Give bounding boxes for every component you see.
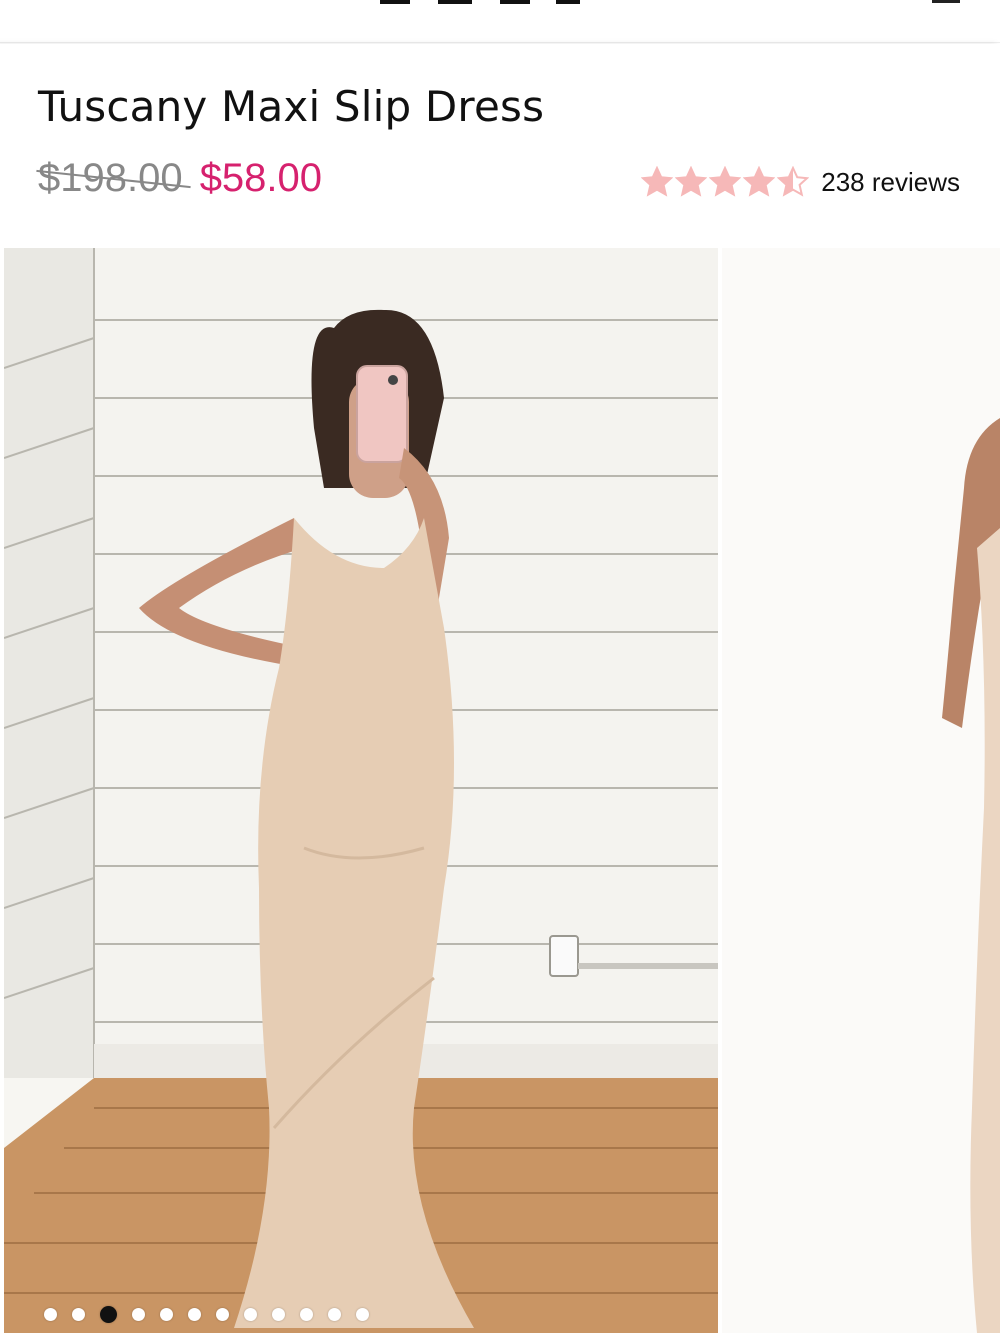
star-icon <box>641 166 674 197</box>
carousel-dot[interactable] <box>356 1308 369 1321</box>
carousel-dot[interactable] <box>328 1308 341 1321</box>
product-image-next[interactable] <box>722 248 1000 1333</box>
star-rating <box>641 166 810 198</box>
carousel-dot[interactable] <box>160 1308 173 1321</box>
star-icon <box>743 166 776 197</box>
carousel-dot[interactable] <box>132 1308 145 1321</box>
carousel-dots <box>44 1306 384 1323</box>
product-title: Tuscany Maxi Slip Dress <box>38 82 545 131</box>
carousel-dot[interactable] <box>244 1308 257 1321</box>
rating-summary[interactable]: 238 reviews <box>641 166 960 198</box>
product-image-gallery[interactable] <box>0 248 1000 1333</box>
sale-price: $58.00 <box>199 156 323 200</box>
carousel-dot[interactable] <box>300 1308 313 1321</box>
star-icon <box>777 166 810 197</box>
product-image-main[interactable] <box>4 248 718 1333</box>
carousel-dot[interactable] <box>272 1308 285 1321</box>
carousel-dot-active[interactable] <box>100 1306 117 1323</box>
hamburger-menu-icon[interactable] <box>932 0 960 3</box>
site-logo[interactable] <box>380 0 580 4</box>
reviews-link[interactable]: 238 reviews <box>821 167 960 198</box>
product-info-card: Tuscany Maxi Slip Dress $198.00 $58.00 2… <box>0 44 1000 1333</box>
product-page: Tuscany Maxi Slip Dress $198.00 $58.00 2… <box>0 0 1000 1333</box>
price-row: $198.00 $58.00 <box>38 156 322 201</box>
star-icon <box>709 166 742 197</box>
star-icon <box>675 166 708 197</box>
carousel-dot[interactable] <box>44 1308 57 1321</box>
carousel-dot[interactable] <box>188 1308 201 1321</box>
carousel-dot[interactable] <box>72 1308 85 1321</box>
site-header <box>0 0 1000 43</box>
original-price: $198.00 <box>38 156 183 200</box>
carousel-dot[interactable] <box>216 1308 229 1321</box>
